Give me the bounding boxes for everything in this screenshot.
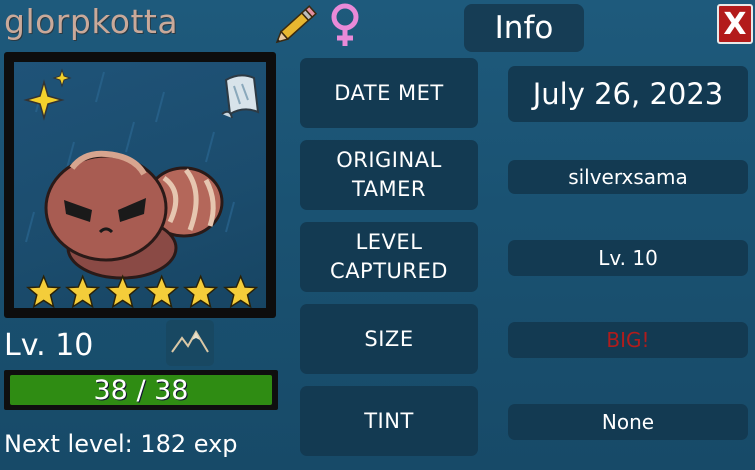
monster-level: Lv. 10 [4,328,94,363]
info-label-level-captured: LEVEL CAPTURED [300,222,478,292]
monster-portrait [4,52,276,318]
monster-name: glorpkotta [4,2,179,41]
info-value-original-tamer: silverxsama [508,160,748,194]
rating-star-icon [183,274,219,308]
rating-star-icon [65,274,101,308]
map-scroll-icon [221,74,260,119]
female-icon [331,3,359,46]
shiny-sparkle-icon [23,68,72,121]
hp-text: 38 / 38 [93,374,189,406]
rating-star-icon [26,274,62,308]
info-value-level-captured: Lv. 10 [508,240,748,276]
info-value-tint: None [508,404,748,440]
info-label-tint: TINT [300,386,478,456]
info-value-date-met: July 26, 2023 [508,66,748,122]
close-button[interactable]: X [717,4,753,44]
mountain-icon [171,330,209,353]
edit-name-pencil-icon[interactable] [274,2,320,46]
info-label-size: SIZE [300,304,478,374]
hp-bar: 38 / 38 [4,370,278,410]
rating-star-icon [222,274,258,308]
habitat-button[interactable] [166,320,214,366]
info-label-original-tamer: ORIGINAL TAMER [300,140,478,210]
info-value-size: BIG! [508,322,748,358]
next-level-exp: Next level: 182 exp [4,430,238,458]
info-label-date-met: DATE MET [300,58,478,128]
rating-star-icon [144,274,180,308]
monster-sprite-icon [23,68,260,280]
rating-star-icon [104,274,140,308]
info-title: Info [464,4,584,52]
